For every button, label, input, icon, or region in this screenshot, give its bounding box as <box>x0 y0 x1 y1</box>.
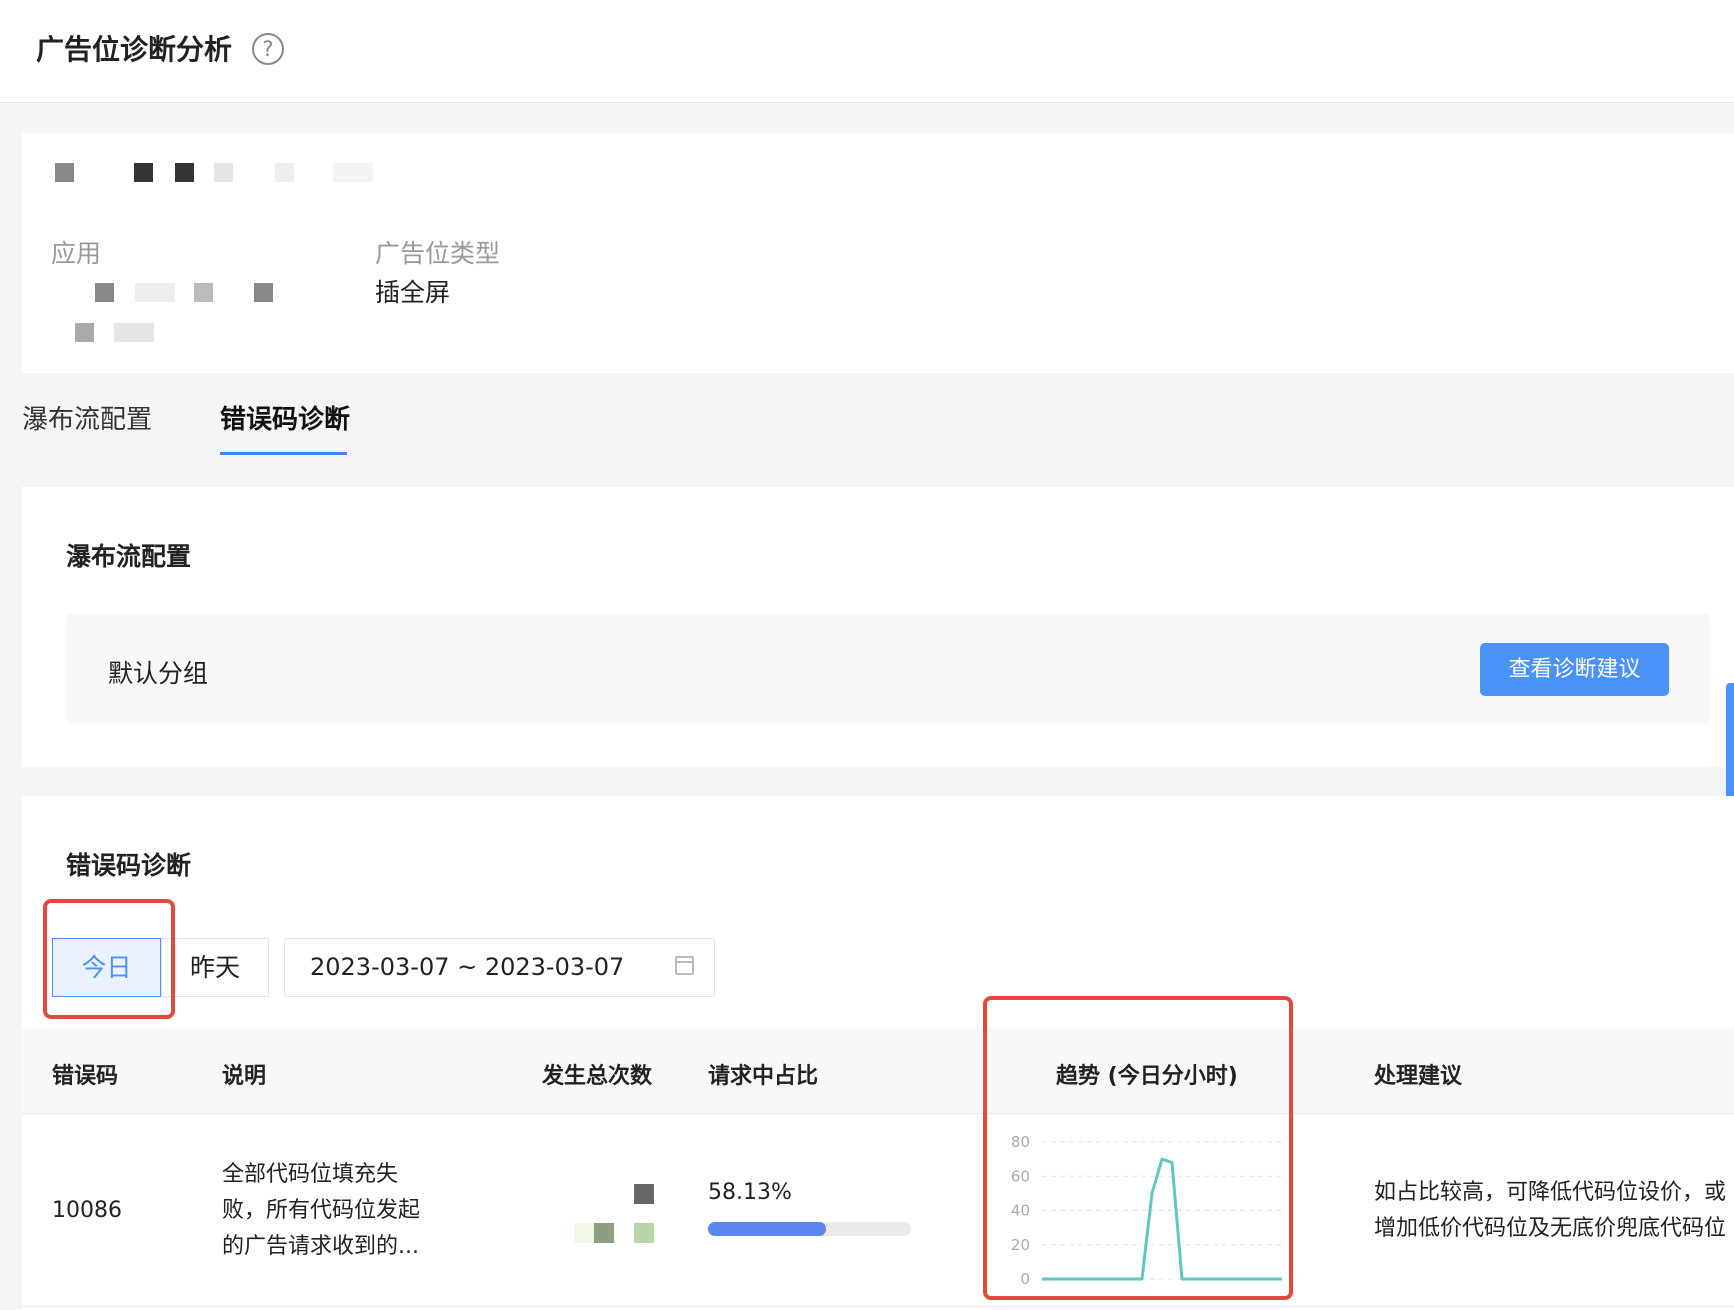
app-label: 应用 <box>51 239 102 268</box>
column-header-suggestion: 处理建议 <box>1374 1064 1463 1089</box>
yesterday-button[interactable]: 昨天 <box>161 938 269 997</box>
active-tab-indicator <box>220 452 347 455</box>
highlight-trend-box <box>983 996 1293 1300</box>
error-code-value: 10086 <box>52 1198 122 1223</box>
column-header-ratio: 请求中占比 <box>708 1064 819 1089</box>
date-range-picker[interactable]: 2023-03-07 ~ 2023-03-07 <box>284 938 715 997</box>
highlight-today-box <box>43 899 175 1019</box>
calendar-icon[interactable] <box>675 956 694 975</box>
error-description: 全部代码位填充失败，所有代码位发起的广告请求收到的... <box>222 1162 421 1259</box>
error-code-title: 错误码诊断 <box>66 851 192 880</box>
view-diagnosis-button[interactable]: 查看诊断建议 <box>1480 643 1669 696</box>
tab-error-code[interactable]: 错误码诊断 <box>220 399 350 436</box>
waterfall-title: 瀑布流配置 <box>66 542 192 571</box>
default-group-label: 默认分组 <box>108 659 209 688</box>
ratio-value: 58.13% <box>708 1180 792 1205</box>
ad-type-label: 广告位类型 <box>375 239 501 268</box>
row-divider <box>22 1306 1734 1307</box>
page-title: 广告位诊断分析 <box>36 33 233 66</box>
ratio-progress-bar <box>708 1222 911 1236</box>
top-bar: 广告位诊断分析 ? <box>0 0 1734 103</box>
question-circle-icon[interactable]: ? <box>252 33 284 65</box>
ratio-progress-fill <box>708 1222 826 1236</box>
tab-waterfall[interactable]: 瀑布流配置 <box>22 399 152 436</box>
suggestion-text: 如占比较高，可降低代码位设价，或增加低价代码位及无底价兜底代码位 <box>1374 1180 1727 1241</box>
column-header-desc: 说明 <box>222 1064 267 1089</box>
default-group-row <box>66 614 1710 724</box>
date-range-text: 2023-03-07 ~ 2023-03-07 <box>310 953 625 981</box>
table-header <box>22 1028 1734 1114</box>
ad-type-value: 插全屏 <box>375 278 451 307</box>
column-header-code: 错误码 <box>52 1064 119 1089</box>
column-header-count: 发生总次数 <box>542 1064 653 1089</box>
